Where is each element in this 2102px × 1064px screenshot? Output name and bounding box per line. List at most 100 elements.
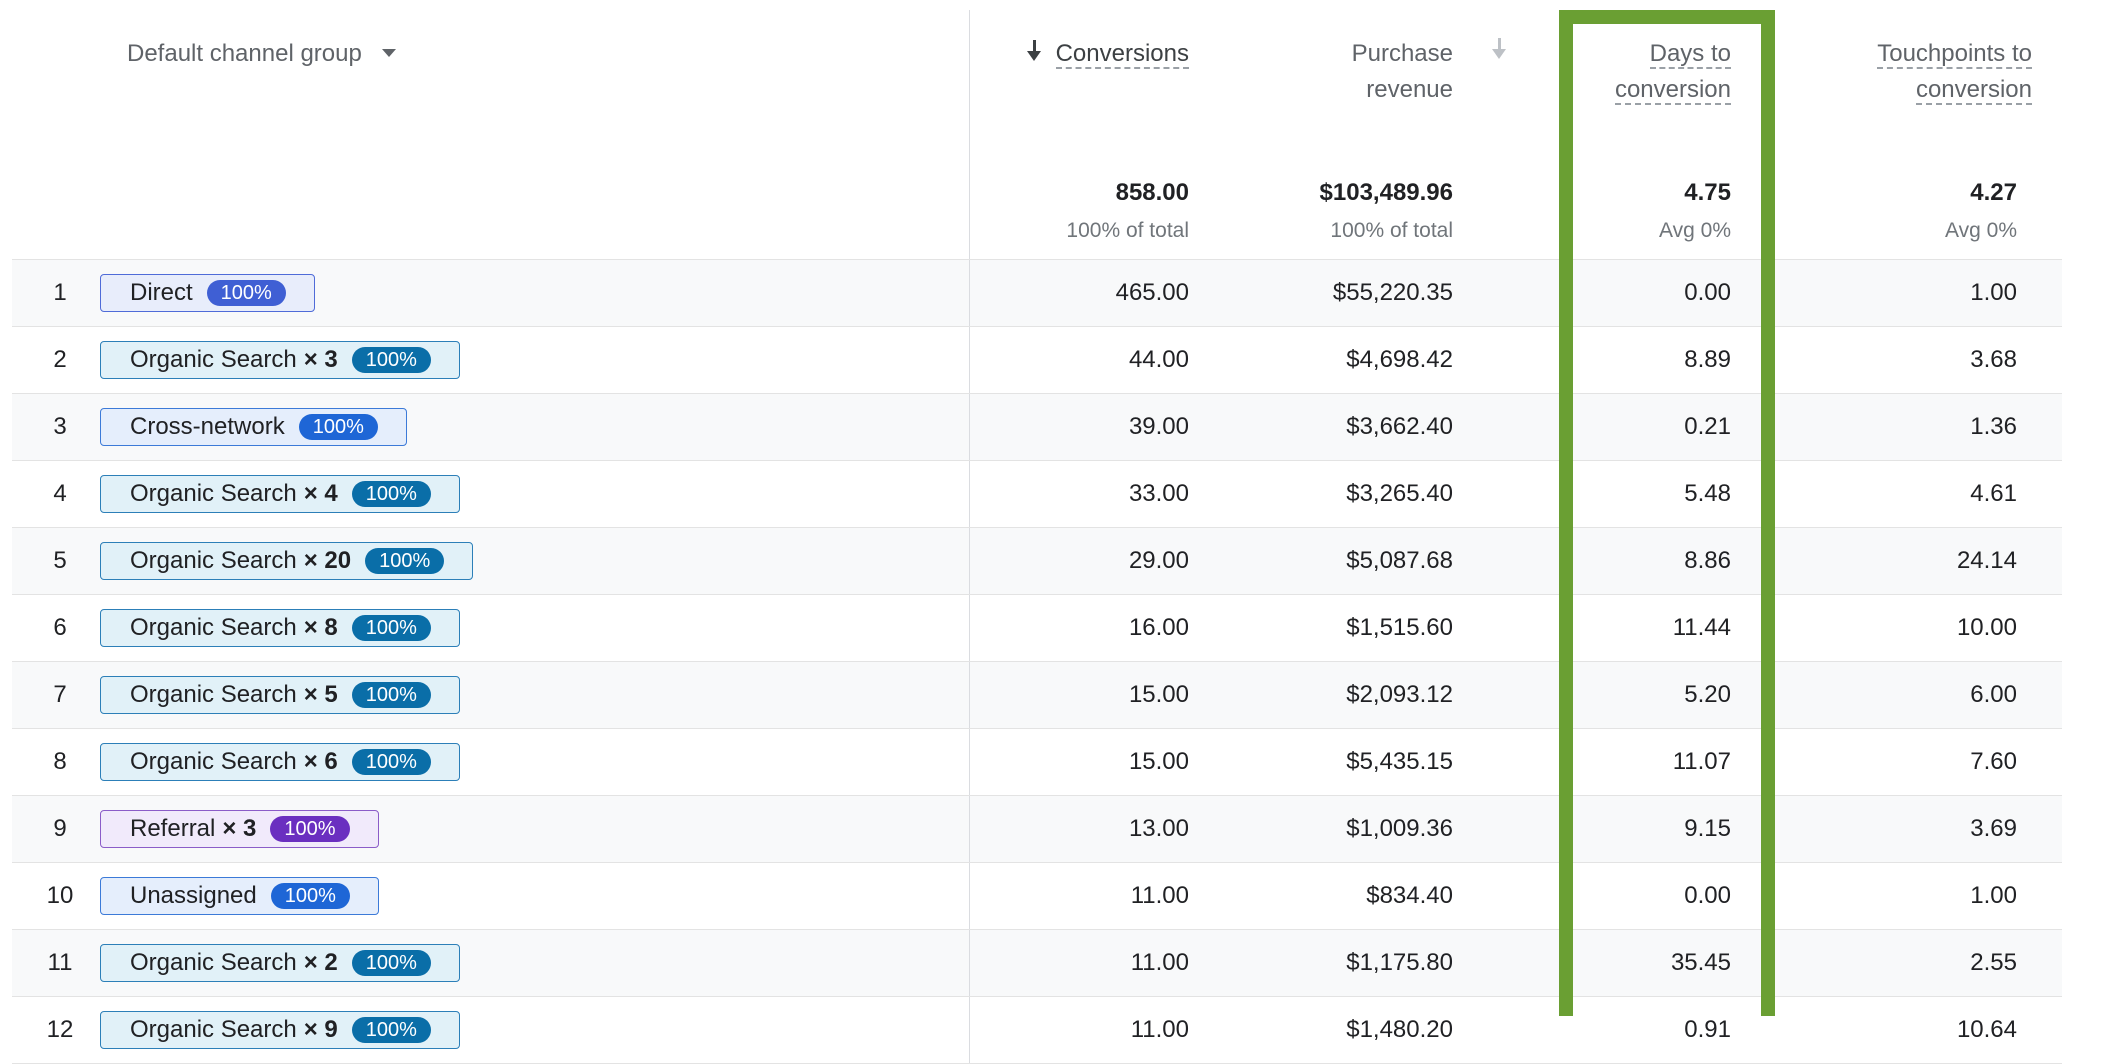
column-header-touchpoints-to-conversion[interactable]: Touchpoints to conversion [1756,10,2062,165]
total-touchpoints-avg: Avg 0% [1945,219,2017,242]
table-row[interactable]: 6 Organic Search × 8 100% 16.00 $1,515.60 … [12,594,2062,662]
sort-arrow-down-icon[interactable] [1491,38,1507,62]
row-sort-spacer [1463,929,1549,997]
channel-chip[interactable]: Organic Search × 20 100% [100,542,474,580]
channel-share-badge: 100% [351,749,431,775]
channel-chip[interactable]: Organic Search × 3 100% [100,341,460,379]
row-sort-spacer [1463,728,1549,796]
days-header-line1: Days to [1649,40,1731,69]
channel-chip[interactable]: Organic Search × 5 100% [100,676,460,714]
row-days-to-conversion: 0.91 [1549,996,1756,1064]
column-header-purchase-revenue[interactable]: Purchase revenue [1199,10,1463,165]
row-sort-spacer [1463,661,1549,729]
row-conversions: 465.00 [969,259,1199,327]
channel-chip[interactable]: Organic Search × 6 100% [100,743,460,781]
total-days-value: 4.75 [1684,179,1731,206]
row-revenue: $3,265.40 [1199,460,1463,528]
row-days-to-conversion: 8.86 [1549,527,1756,595]
row-rank: 4 [12,460,99,528]
channel-chip[interactable]: Organic Search × 4 100% [100,475,460,513]
row-touchpoints: 4.61 [1756,460,2062,528]
total-conversions: 858.00 100% of total [969,165,1199,260]
row-conversions: 15.00 [969,661,1199,729]
row-sort-spacer [1463,326,1549,394]
row-conversions: 39.00 [969,393,1199,461]
row-revenue: $1,515.60 [1199,594,1463,662]
channel-count: × 3 [222,815,257,842]
channel-name: Direct [130,279,193,306]
row-revenue: $5,087.68 [1199,527,1463,595]
conversions-header-label: Conversions [1055,40,1189,69]
row-sort-spacer [1463,527,1549,595]
row-touchpoints: 10.64 [1756,996,2062,1064]
channel-share-badge: 100% [206,280,286,306]
conversion-paths-report: Default channel group Conversions Purcha… [12,10,2062,1064]
revenue-sort-toggle[interactable] [1463,10,1549,165]
caret-down-icon[interactable] [381,48,396,57]
channel-name: Unassigned [130,882,257,909]
row-rank: 8 [12,728,99,796]
row-channel-cell: Cross-network 100% [99,393,970,461]
table-row[interactable]: 7 Organic Search × 5 100% 15.00 $2,093.12 … [12,661,2062,729]
table-row[interactable]: 1 Direct 100% 465.00 $55,220.35 0.00 1.00 [12,259,2062,327]
row-conversions: 11.00 [969,862,1199,930]
channel-share-badge: 100% [351,950,431,976]
revenue-header-line1: Purchase [1351,40,1453,67]
row-touchpoints: 1.00 [1756,259,2062,327]
table-row[interactable]: 3 Cross-network 100% 39.00 $3,662.40 0.21… [12,393,2062,461]
column-header-days-to-conversion[interactable]: Days to conversion [1549,10,1756,165]
row-days-to-conversion: 5.48 [1549,460,1756,528]
dimension-selector[interactable]: Default channel group [12,10,970,165]
channel-chip[interactable]: Cross-network 100% [100,408,407,446]
channel-chip[interactable]: Organic Search × 8 100% [100,609,460,647]
channel-count: × 20 [303,547,352,574]
sort-descending-icon[interactable] [1026,40,1042,64]
row-channel-cell: Referral × 3 100% [99,795,970,863]
channel-name: Organic Search [130,547,297,574]
channel-chip[interactable]: Unassigned 100% [100,877,379,915]
row-revenue: $834.40 [1199,862,1463,930]
total-conversions-share: 100% of total [1066,219,1189,242]
days-header-line2: conversion [1614,76,1731,105]
row-conversions: 11.00 [969,996,1199,1064]
channel-chip[interactable]: Direct 100% [100,274,315,312]
row-channel-cell: Organic Search × 20 100% [99,527,970,595]
channel-share-badge: 100% [270,816,350,842]
row-channel-cell: Unassigned 100% [99,862,970,930]
table-row[interactable]: 5 Organic Search × 20 100% 29.00 $5,087.68… [12,527,2062,595]
total-revenue: $103,489.96 100% of total [1199,165,1463,260]
row-sort-spacer [1463,594,1549,662]
row-days-to-conversion: 8.89 [1549,326,1756,394]
row-sort-spacer [1463,996,1549,1064]
row-rank: 11 [12,929,99,997]
row-channel-cell: Organic Search × 5 100% [99,661,970,729]
channel-share-badge: 100% [298,414,378,440]
totals-row: 858.00 100% of total $103,489.96 100% of… [12,165,2062,260]
column-header-conversions[interactable]: Conversions [969,10,1199,165]
total-touchpoints-value: 4.27 [1970,179,2017,206]
table-row[interactable]: 9 Referral × 3 100% 13.00 $1,009.36 9.15 3… [12,795,2062,863]
row-conversions: 33.00 [969,460,1199,528]
channel-chip[interactable]: Organic Search × 9 100% [100,1011,460,1049]
row-touchpoints: 7.60 [1756,728,2062,796]
channel-share-badge: 100% [351,1017,431,1043]
row-days-to-conversion: 0.00 [1549,862,1756,930]
row-days-to-conversion: 5.20 [1549,661,1756,729]
touch-header-line2: conversion [1915,76,2032,105]
channel-name: Organic Search [130,681,297,708]
table-row[interactable]: 2 Organic Search × 3 100% 44.00 $4,698.42 … [12,326,2062,394]
channel-count: × 4 [303,480,338,507]
table-row[interactable]: 8 Organic Search × 6 100% 15.00 $5,435.15 … [12,728,2062,796]
channel-chip[interactable]: Referral × 3 100% [100,810,379,848]
table-row[interactable]: 4 Organic Search × 4 100% 33.00 $3,265.40 … [12,460,2062,528]
row-rank: 1 [12,259,99,327]
channel-chip[interactable]: Organic Search × 2 100% [100,944,460,982]
table-row[interactable]: 12 Organic Search × 9 100% 11.00 $1,480.20… [12,996,2062,1064]
total-conversions-value: 858.00 [1115,179,1189,206]
table-row[interactable]: 11 Organic Search × 2 100% 11.00 $1,175.80… [12,929,2062,997]
dimension-header-label: Default channel group [127,40,362,67]
row-days-to-conversion: 0.00 [1549,259,1756,327]
table-row[interactable]: 10 Unassigned 100% 11.00 $834.40 0.00 1.0… [12,862,2062,930]
row-days-to-conversion: 11.07 [1549,728,1756,796]
row-revenue: $55,220.35 [1199,259,1463,327]
